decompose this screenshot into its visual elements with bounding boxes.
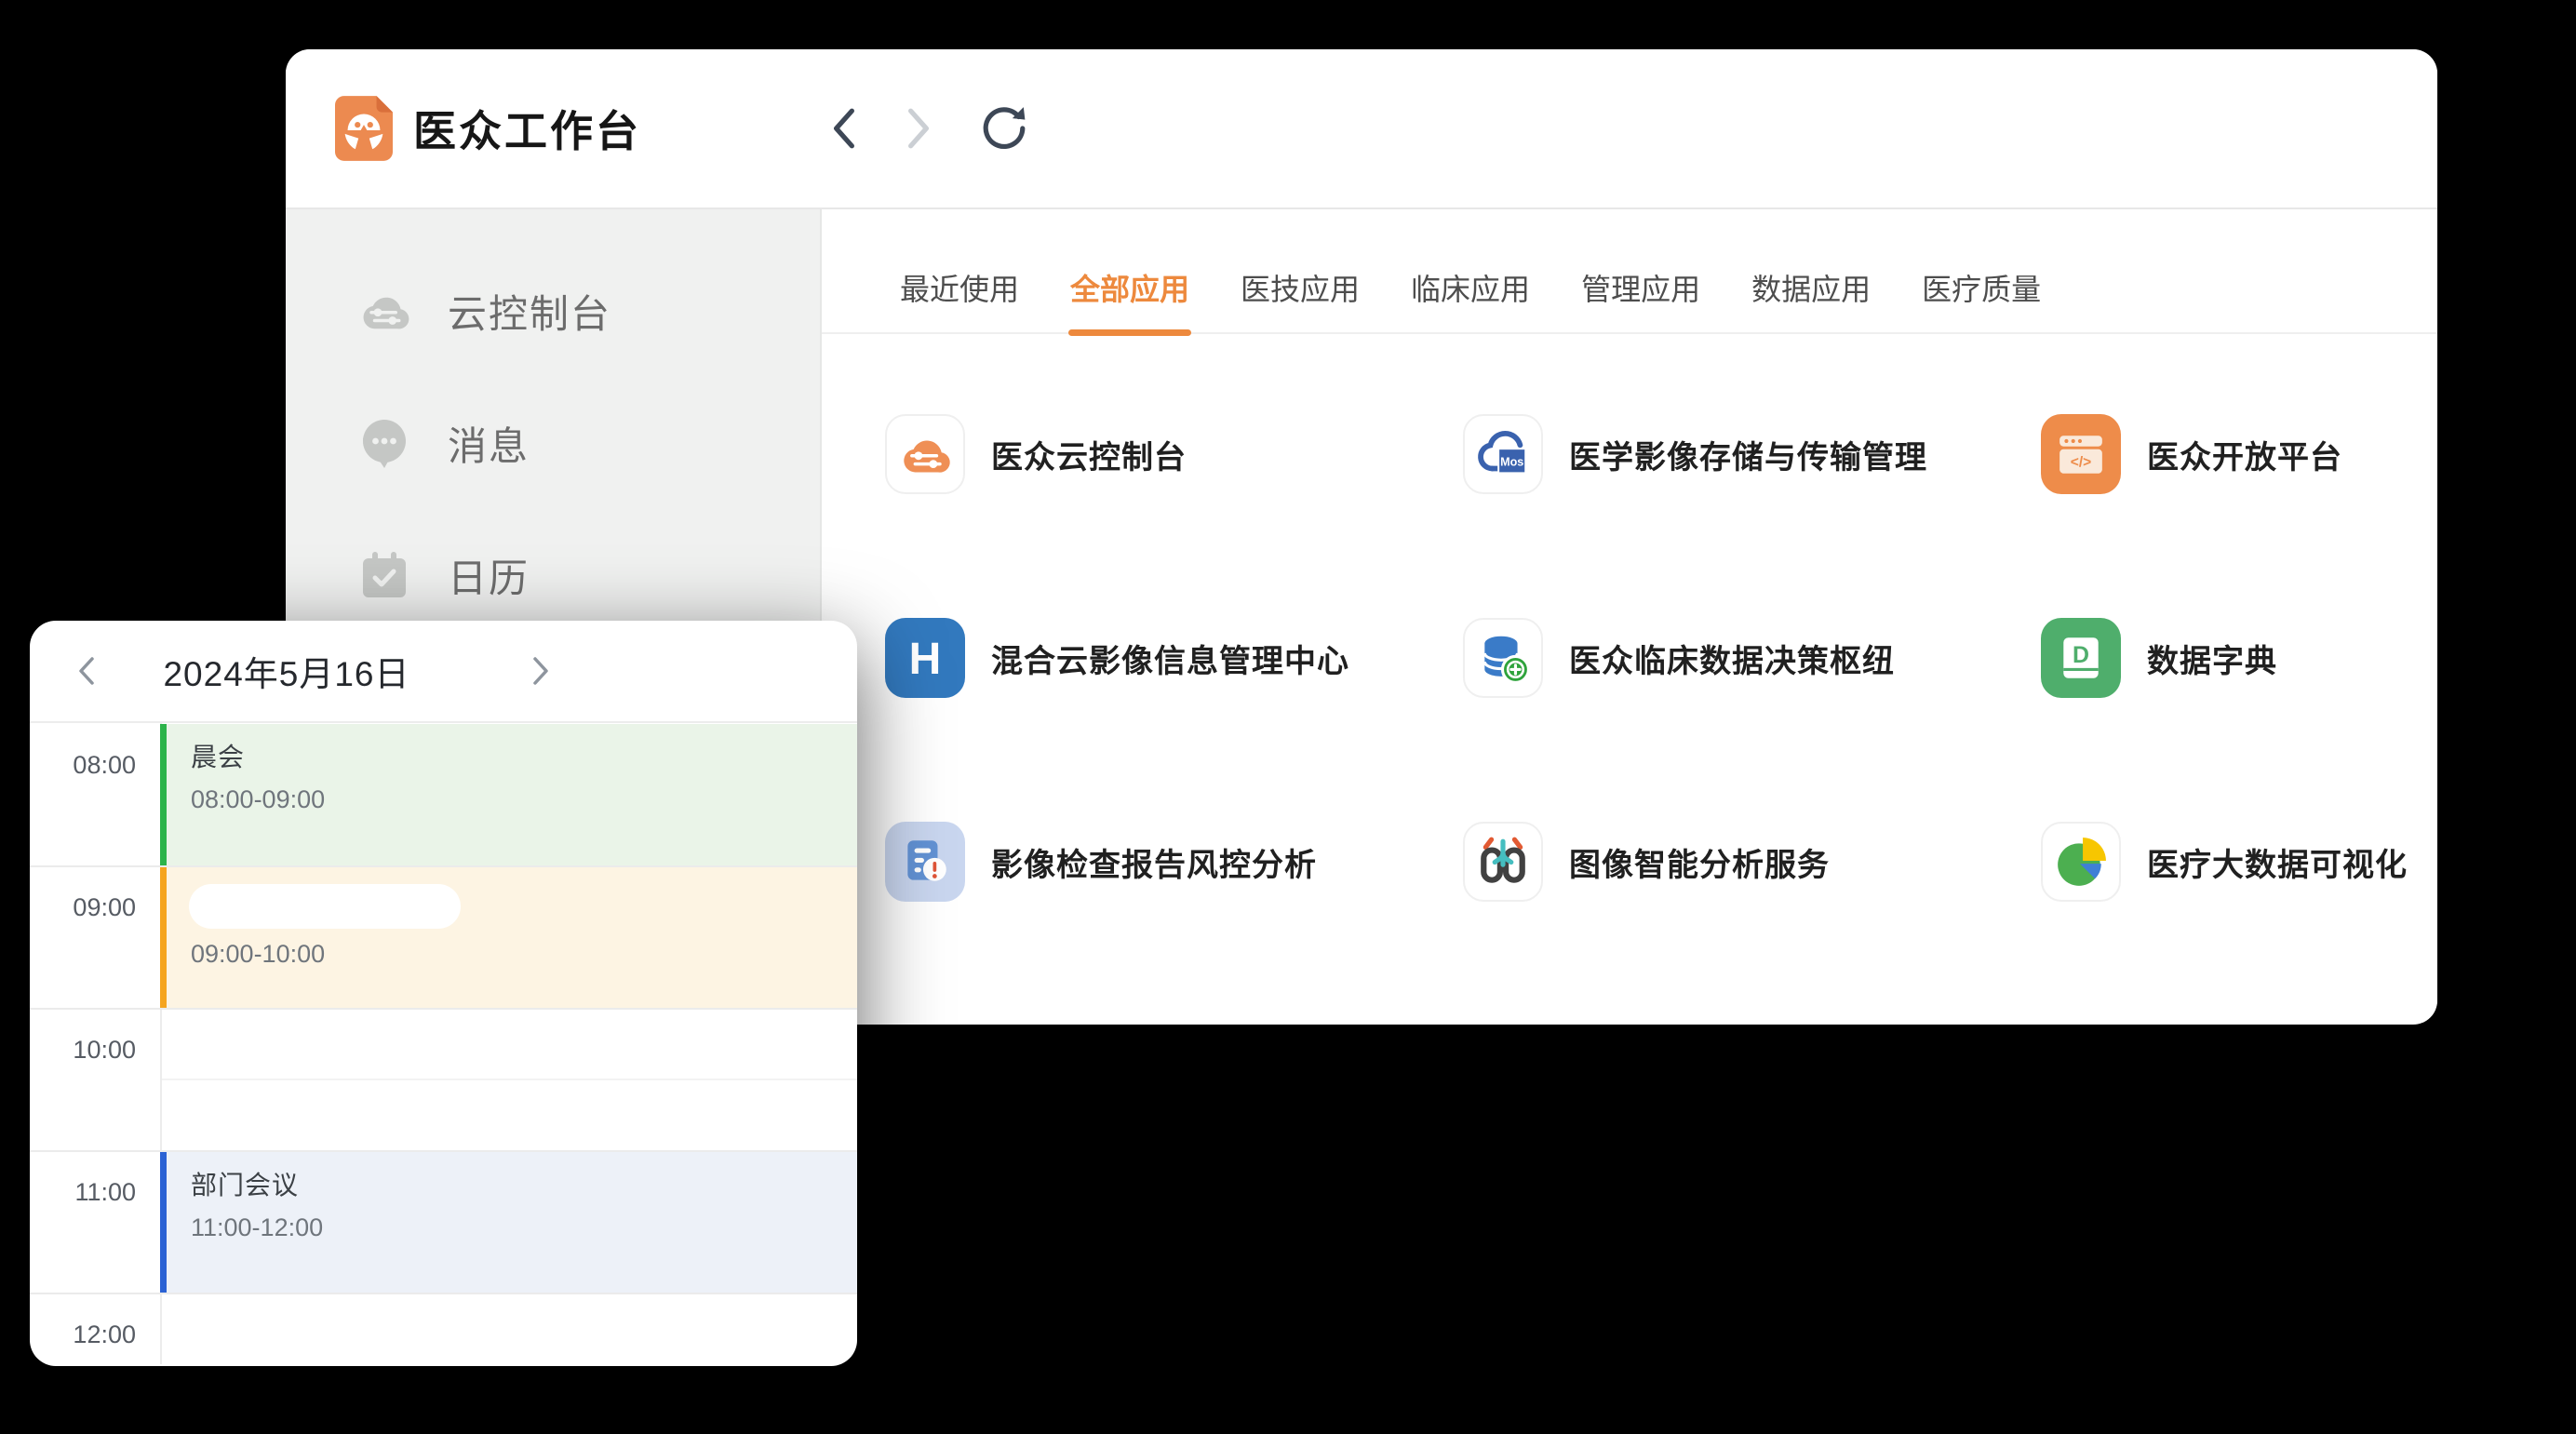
event-time: 08:00-09:00	[191, 785, 857, 814]
cloud-mos-icon: Mos	[1463, 414, 1543, 494]
svg-text:H: H	[909, 635, 942, 684]
app-label: 图像智能分析服务	[1569, 839, 1830, 885]
calendar-panel: 2024年5月16日 08:00 09:00 10:00 11:00 12:00	[30, 621, 857, 1366]
time-label: 08:00	[30, 751, 136, 780]
letter-h-icon: H	[885, 618, 965, 698]
app-item-hybrid-cloud-center[interactable]: H 混合云影像信息管理中心	[885, 618, 1463, 698]
hour-gridline	[30, 1293, 857, 1294]
forward-button[interactable]	[906, 107, 931, 150]
event-time: 11:00-12:00	[191, 1213, 857, 1242]
app-item-data-dictionary[interactable]: D 数据字典	[2041, 618, 2437, 698]
sidebar-item-calendar[interactable]: 日历	[286, 548, 820, 602]
sidebar-item-label: 云控制台	[448, 283, 611, 340]
calendar-event-department-meeting[interactable]: 部门会议 11:00-12:00	[160, 1152, 857, 1293]
calendar-prev-day-button[interactable]	[73, 652, 101, 690]
lungs-icon	[1463, 822, 1543, 902]
dictionary-book-icon: D	[2041, 618, 2121, 698]
tab-clinical-apps[interactable]: 临床应用	[1411, 271, 1530, 308]
tab-admin-apps[interactable]: 管理应用	[1581, 271, 1700, 308]
database-plus-icon	[1463, 618, 1543, 698]
calendar-icon	[358, 549, 410, 601]
half-hour-gridline	[162, 1079, 857, 1080]
app-label: 医学影像存储与传输管理	[1569, 432, 1927, 477]
refresh-button[interactable]	[981, 105, 1027, 152]
calendar-next-day-button[interactable]	[527, 652, 555, 690]
cloud-sliders-icon	[885, 414, 965, 494]
app-item-cloud-console[interactable]: 医众云控制台	[885, 414, 1463, 494]
app-logo-icon	[335, 96, 393, 161]
stage: 医众工作台	[0, 0, 2576, 1434]
window-title: 医众工作台	[413, 98, 641, 159]
app-label: 医疗大数据可视化	[2147, 839, 2408, 885]
cloud-settings-icon	[358, 285, 410, 337]
refresh-icon	[981, 105, 1027, 152]
report-warning-icon	[885, 822, 965, 902]
window-header: 医众工作台	[286, 49, 2437, 209]
calendar-event-redacted[interactable]: 09:00-10:00	[160, 867, 857, 1008]
calendar-date-title: 2024年5月16日	[101, 646, 473, 696]
tab-recent[interactable]: 最近使用	[900, 271, 1019, 308]
hour-gridline	[30, 1008, 857, 1010]
app-label: 数据字典	[2147, 636, 2277, 681]
back-button[interactable]	[832, 107, 856, 150]
chevron-right-icon	[532, 656, 549, 686]
pie-chart-icon	[2041, 822, 2121, 902]
svg-text:D: D	[2073, 642, 2089, 668]
window-nav	[832, 105, 1027, 152]
event-title: 部门会议	[191, 1165, 857, 1202]
app-item-imaging-storage[interactable]: Mos 医学影像存储与传输管理	[1463, 414, 2041, 494]
app-item-report-risk-analysis[interactable]: 影像检查报告风控分析	[885, 822, 1463, 902]
app-label: 医众开放平台	[2147, 432, 2342, 477]
event-time: 09:00-10:00	[191, 940, 857, 969]
tab-all-apps[interactable]: 全部应用	[1070, 271, 1189, 308]
time-label: 09:00	[30, 893, 136, 922]
time-label: 10:00	[30, 1036, 136, 1065]
tab-data-apps[interactable]: 数据应用	[1751, 271, 1871, 308]
chevron-left-icon	[832, 107, 856, 150]
chevron-left-icon	[78, 656, 95, 686]
app-item-clinical-data-hub[interactable]: 医众临床数据决策枢纽	[1463, 618, 2041, 698]
event-title: 晨会	[191, 737, 857, 774]
calendar-day-grid: 08:00 09:00 10:00 11:00 12:00 晨会 08:00-0…	[30, 723, 857, 1364]
tab-bar: 最近使用 全部应用 医技应用 临床应用 管理应用 数据应用 医疗质量	[822, 209, 2437, 332]
app-grid: 医众云控制台 Mos 医学影像存储与传输管理	[822, 334, 2437, 902]
time-label: 11:00	[30, 1178, 136, 1207]
sidebar-item-messages[interactable]: 消息	[286, 416, 820, 470]
app-item-open-platform[interactable]: </> 医众开放平台	[2041, 414, 2437, 494]
sidebar-item-label: 日历	[448, 547, 530, 604]
app-label: 影像检查报告风控分析	[991, 839, 1317, 885]
content-area: 最近使用 全部应用 医技应用 临床应用 管理应用 数据应用 医疗质量	[822, 209, 2437, 1023]
app-label: 混合云影像信息管理中心	[991, 636, 1349, 681]
calendar-event-morning-meeting[interactable]: 晨会 08:00-09:00	[160, 724, 857, 865]
app-label: 医众云控制台	[991, 432, 1187, 477]
sidebar-item-label: 消息	[448, 415, 530, 472]
sidebar-item-cloud-console[interactable]: 云控制台	[286, 284, 820, 338]
app-label: 医众临床数据决策枢纽	[1569, 636, 1895, 681]
app-item-image-ai-analysis[interactable]: 图像智能分析服务	[1463, 822, 2041, 902]
time-label: 12:00	[30, 1320, 136, 1349]
message-icon	[358, 417, 410, 469]
redacted-event-title	[189, 884, 461, 929]
svg-text:Mos: Mos	[1500, 456, 1523, 469]
calendar-header: 2024年5月16日	[30, 621, 857, 723]
open-platform-code-icon: </>	[2041, 414, 2121, 494]
chevron-right-icon	[906, 107, 931, 150]
tab-quality[interactable]: 医疗质量	[1922, 271, 2041, 308]
tab-medtech-apps[interactable]: 医技应用	[1241, 271, 1360, 308]
svg-text:</>: </>	[2071, 455, 2092, 471]
app-item-bigdata-visualization[interactable]: 医疗大数据可视化	[2041, 822, 2437, 902]
